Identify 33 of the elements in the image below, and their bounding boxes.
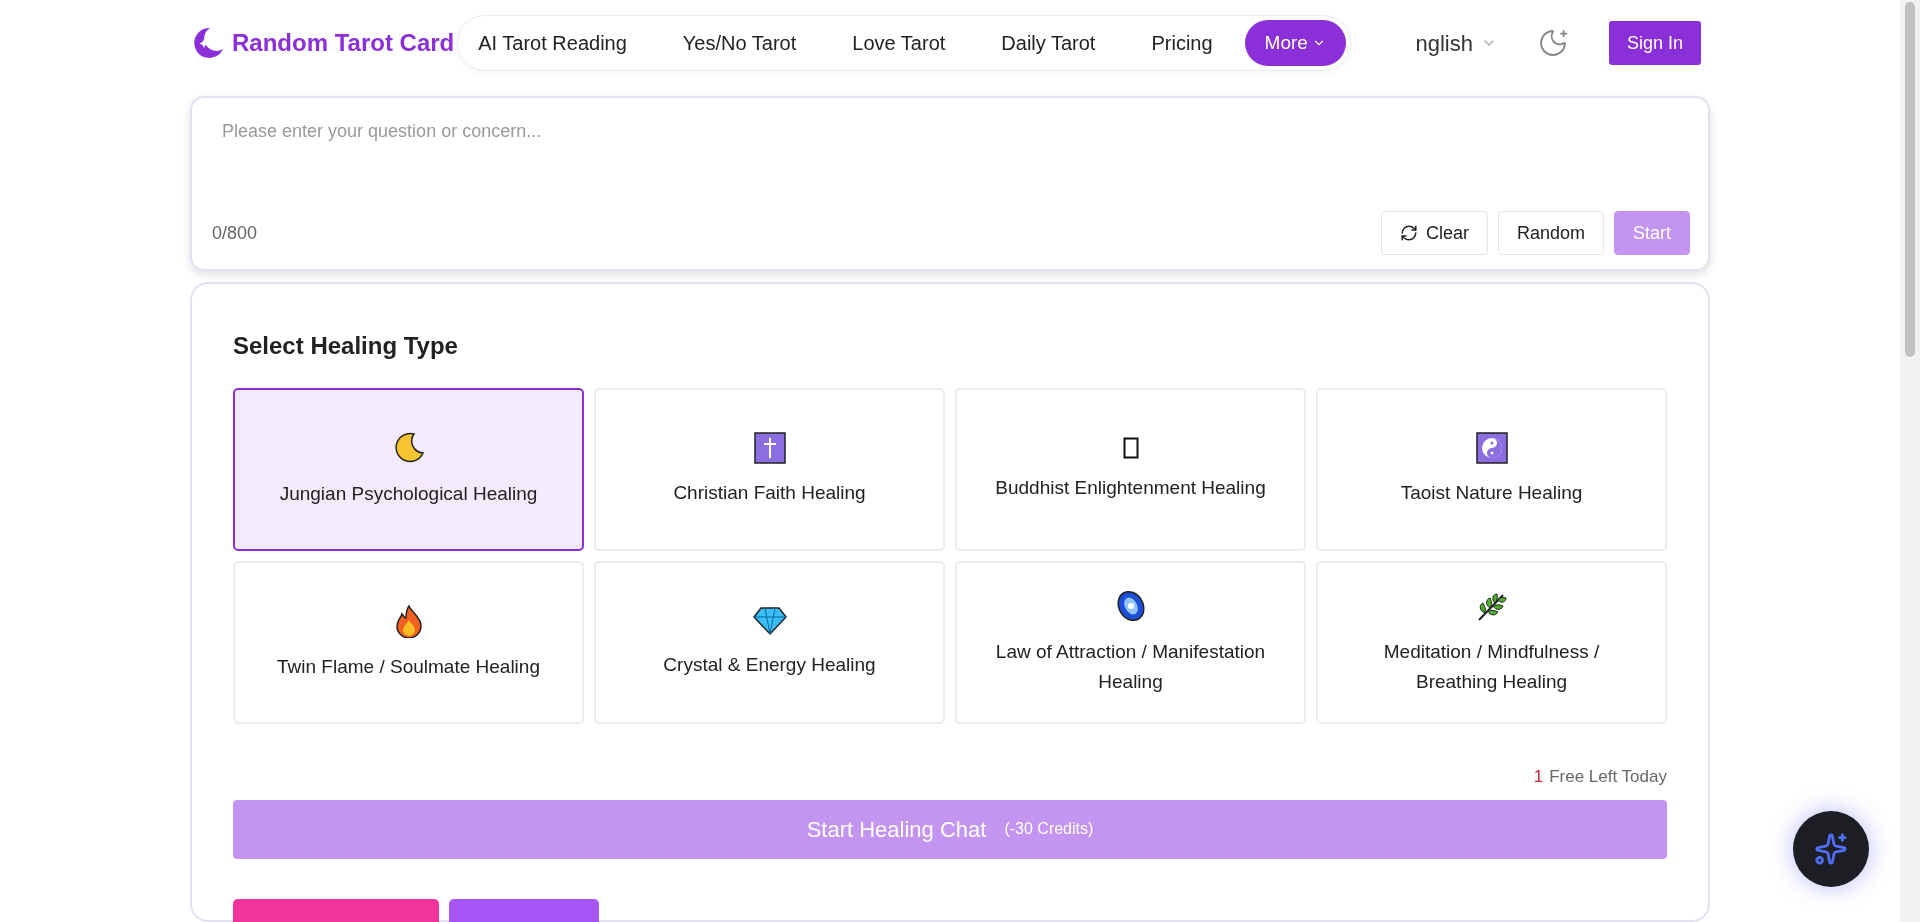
healing-type-card[interactable]: Jungian Psychological Healing: [233, 388, 584, 551]
clear-button[interactable]: Clear: [1380, 211, 1488, 255]
language-selector[interactable]: nglish: [1415, 26, 1497, 60]
yin-yang-icon: [1475, 431, 1508, 464]
section-title: Select Healing Type: [233, 331, 459, 361]
logo-text[interactable]: Random Tarot Card: [232, 25, 455, 62]
healing-type-card[interactable]: Law of Attraction / Manifestation Healing: [955, 561, 1306, 724]
sign-in-button[interactable]: Sign In: [1608, 21, 1701, 66]
healing-type-card[interactable]: Crystal & Energy Healing: [594, 561, 945, 724]
nav-link[interactable]: Daily Tarot: [991, 28, 1106, 59]
sparkle-icon: [1814, 832, 1848, 866]
more-menu-button[interactable]: More: [1244, 20, 1346, 67]
assistant-button[interactable]: [1793, 811, 1869, 887]
cross-icon: [753, 431, 786, 464]
random-button[interactable]: Random: [1497, 211, 1604, 255]
scrollbar[interactable]: [1900, 0, 1920, 922]
nav-link[interactable]: Love Tarot: [842, 28, 956, 59]
healing-type-card[interactable]: Christian Faith Healing: [594, 388, 945, 551]
scrollbar-thumb[interactable]: [1905, 2, 1915, 357]
gem-icon: [752, 605, 787, 636]
free-left-label: Free Left Today: [1549, 766, 1667, 788]
nav-link[interactable]: AI Tarot Reading: [468, 28, 637, 59]
healing-type-card[interactable]: Taoist Nature Healing: [1316, 388, 1667, 551]
healing-type-card[interactable]: Meditation / Mindfulness / Breathing Healing: [1316, 561, 1667, 724]
nav-link[interactable]: Yes/No Tarot: [672, 28, 807, 59]
healing-type-card[interactable]: Twin Flame / Soulmate Healing: [233, 561, 584, 724]
flame-icon: [393, 603, 424, 638]
free-count: 1: [1533, 766, 1544, 788]
missing-glyph-icon: [1122, 436, 1139, 459]
character-count: 0/800: [212, 221, 258, 245]
refresh-icon: [1399, 224, 1418, 242]
nav-link[interactable]: Pricing: [1141, 28, 1223, 59]
healing-type-card[interactable]: Buddhist Enlightenment Healing: [955, 388, 1306, 551]
